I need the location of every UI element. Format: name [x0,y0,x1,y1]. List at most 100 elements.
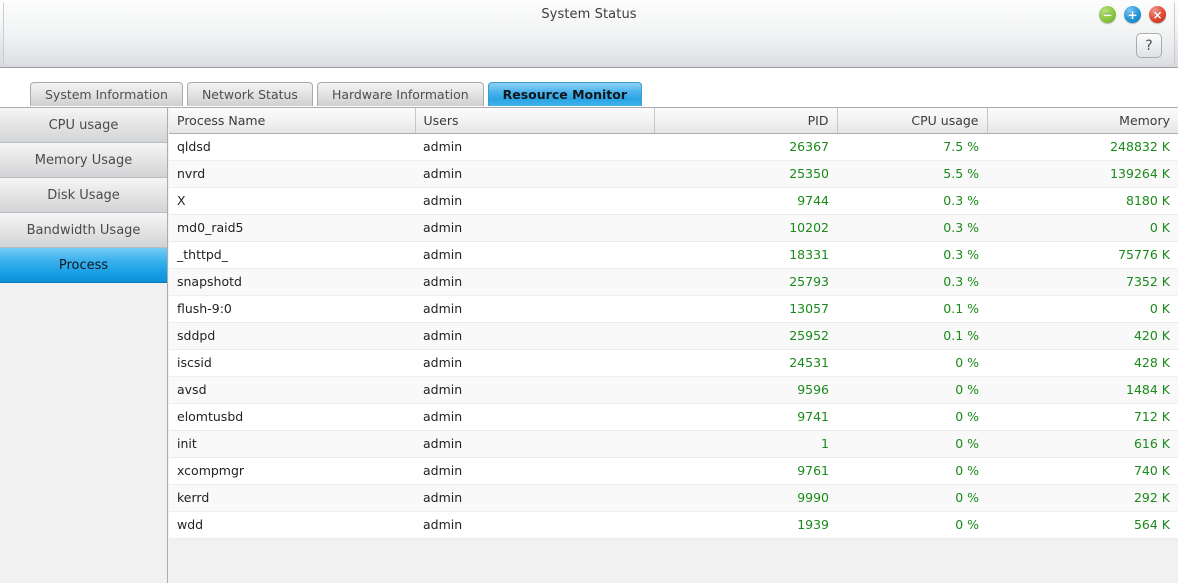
sidebar-item-cpu-usage[interactable]: CPU usage [0,108,167,143]
minus-icon: − [1102,7,1113,22]
cell-users: admin [415,133,654,161]
table-row[interactable]: avsd admin 9596 0 % 1484 K [169,376,1178,404]
help-button[interactable]: ? [1136,33,1162,58]
cell-name: init [169,430,415,458]
sidebar-item-bandwidth-usage[interactable]: Bandwidth Usage [0,213,167,248]
cell-users: admin [415,187,654,215]
cell-name: elomtusbd [169,403,415,431]
sidebar-item-disk-usage[interactable]: Disk Usage [0,178,167,213]
sidebar-item-memory-usage[interactable]: Memory Usage [0,143,167,178]
cell-users: admin [415,511,654,539]
cell-cpu: 0.3 % [837,214,987,242]
cell-memory: 292 K [987,484,1178,512]
cell-name: snapshotd [169,268,415,296]
table-row[interactable]: init admin 1 0 % 616 K [169,430,1178,458]
tab-hardware-information[interactable]: Hardware Information [316,82,484,106]
column-header-pid[interactable]: PID [654,108,838,134]
cell-cpu: 0.3 % [837,187,987,215]
cell-name: md0_raid5 [169,214,415,242]
table-row[interactable]: qldsd admin 26367 7.5 % 248832 K [169,133,1178,161]
table-row[interactable]: kerrd admin 9990 0 % 292 K [169,484,1178,512]
cell-cpu: 0 % [837,403,987,431]
sidebar-item-label: CPU usage [48,117,119,133]
cell-cpu: 0 % [837,430,987,458]
cell-cpu: 0 % [837,457,987,485]
cell-name: avsd [169,376,415,404]
table-row[interactable]: flush-9:0 admin 13057 0.1 % 0 K [169,295,1178,323]
cell-pid: 9741 [654,403,837,431]
cell-cpu: 0.1 % [837,322,987,350]
cell-memory: 7352 K [987,268,1178,296]
cell-memory: 712 K [987,403,1178,431]
cell-pid: 9744 [654,187,837,215]
column-header-cpu[interactable]: CPU usage [837,108,988,134]
cell-pid: 9990 [654,484,837,512]
tab-network-status[interactable]: Network Status [186,82,313,106]
window-controls: − + × [1099,6,1166,23]
sidebar-item-label: Bandwidth Usage [26,222,141,238]
plus-icon: + [1127,7,1138,22]
cell-name: xcompmgr [169,457,415,485]
close-button[interactable]: × [1149,6,1166,23]
cell-name: kerrd [169,484,415,512]
cell-users: admin [415,160,654,188]
cell-users: admin [415,241,654,269]
cell-pid: 25350 [654,160,837,188]
process-table: Process Name Users PID CPU usage Memory qlds… [169,108,1178,539]
tab-resource-monitor[interactable]: Resource Monitor [487,82,643,106]
cell-users: admin [415,214,654,242]
table-row[interactable]: snapshotd admin 25793 0.3 % 7352 K [169,268,1178,296]
column-header-users[interactable]: Users [415,108,655,134]
cell-memory: 1484 K [987,376,1178,404]
cell-memory: 75776 K [987,241,1178,269]
table-row[interactable]: sddpd admin 25952 0.1 % 420 K [169,322,1178,350]
sidebar-item-process[interactable]: Process [0,248,167,283]
cell-pid: 26367 [654,133,837,161]
table-row[interactable]: Xadmin 9744 0.3 % 8180 K [169,187,1178,215]
cell-users: admin [415,322,654,350]
maximize-button[interactable]: + [1124,6,1141,23]
cell-users: admin [415,268,654,296]
system-status-window: System Status − + × ? System Information… [0,0,1178,583]
cell-name: sddpd [169,322,415,350]
cell-name: iscsid [169,349,415,377]
cell-memory: 0 K [987,295,1178,323]
sidebar-item-label: Memory Usage [34,152,133,168]
column-header-name[interactable]: Process Name [169,108,416,134]
table-row[interactable]: xcompmgr admin 9761 0 % 740 K [169,457,1178,485]
page-title: System Status [541,7,637,22]
process-table-container[interactable]: Process Name Users PID CPU usage Memory qlds… [169,108,1178,583]
cell-users: admin [415,349,654,377]
content-area: CPU usage Memory Usage Disk Usage Bandwidth… [0,107,1178,583]
cell-memory: 740 K [987,457,1178,485]
column-header-memory[interactable]: Memory [987,108,1178,134]
cell-memory: 139264 K [987,160,1178,188]
tab-system-information[interactable]: System Information [30,82,183,106]
cell-pid: 9596 [654,376,837,404]
cell-pid: 25952 [654,322,837,350]
cell-name: flush-9:0 [169,295,415,323]
table-row[interactable]: wdd admin 1939 0 % 564 K [169,511,1178,539]
cell-users: admin [415,430,654,458]
table-header: Process Name Users PID CPU usage Memory [169,108,1178,134]
tab-bar: System Information Network Status Hardware… [0,69,1178,107]
cell-memory: 564 K [987,511,1178,539]
cell-memory: 420 K [987,322,1178,350]
cell-users: admin [415,457,654,485]
table-row[interactable]: nvrd admin 25350 5.5 % 139264 K [169,160,1178,188]
table-row[interactable]: elomtusbd admin 9741 0 % 712 K [169,403,1178,431]
cell-cpu: 0 % [837,484,987,512]
minimize-button[interactable]: − [1099,6,1116,23]
cell-cpu: 0.3 % [837,268,987,296]
cell-users: admin [415,403,654,431]
cell-name: _thttpd_ [169,241,415,269]
table-row[interactable]: iscsid admin 24531 0 % 428 K [169,349,1178,377]
cell-cpu: 7.5 % [837,133,987,161]
cell-pid: 1 [654,430,837,458]
table-row[interactable]: _thttpd_ admin 18331 0.3 % 75776 K [169,241,1178,269]
cell-pid: 25793 [654,268,837,296]
cell-users: admin [415,376,654,404]
cell-pid: 1939 [654,511,837,539]
table-row[interactable]: md0_raid5 admin 10202 0.3 % 0 K [169,214,1178,242]
cell-pid: 9761 [654,457,837,485]
